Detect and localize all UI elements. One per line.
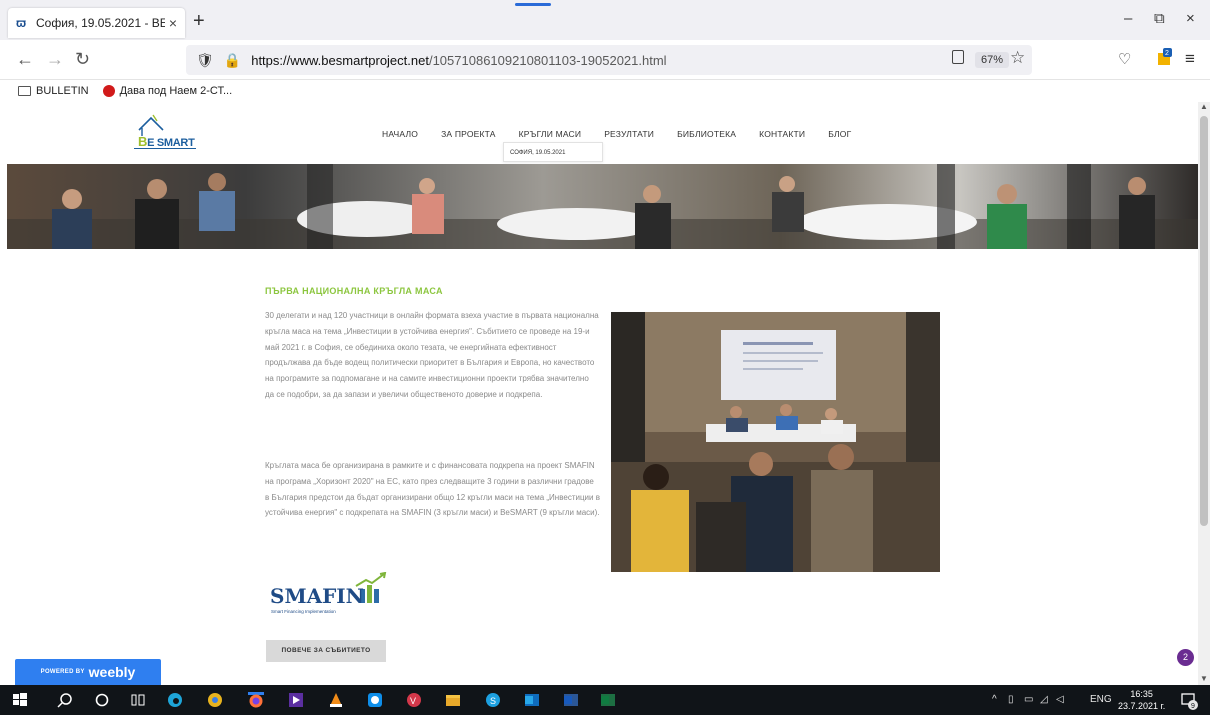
bookmark-bulletin[interactable]: BULLETIN	[18, 85, 89, 97]
article-paragraph-1: 30 делегати и над 120 участници в онлайн…	[265, 311, 599, 399]
reader-view-icon[interactable]	[952, 50, 964, 64]
logo-wordmark[interactable]: BE SMART	[138, 134, 195, 149]
taskbar-clock[interactable]: 16:35 23.7.2021 г.	[1118, 688, 1165, 712]
smafin-tagline: Smart Financing Implementation	[271, 609, 336, 614]
tab-title: София, 19.05.2021 - BESMART |	[36, 16, 165, 30]
bookmarks-bar: BULLETIN Дава под Наем 2-СТ...	[0, 80, 1210, 102]
excel-icon[interactable]	[600, 692, 616, 708]
chrome-icon[interactable]	[207, 692, 223, 708]
forward-arrow-icon[interactable]: →	[46, 49, 64, 70]
reload-icon[interactable]: ↻	[75, 49, 90, 70]
cortana-icon[interactable]	[94, 692, 110, 708]
network-icon[interactable]: ▭	[1024, 694, 1033, 705]
smafin-wordmark: SMAFIN	[270, 584, 364, 608]
smafin-logo[interactable]: SMAFIN Smart Financing Implementation	[268, 572, 392, 618]
battery-icon[interactable]: ▯	[1008, 694, 1014, 705]
vlc-icon[interactable]	[328, 692, 344, 708]
outlook-icon[interactable]	[524, 692, 540, 708]
wifi-icon[interactable]: ◿	[1040, 694, 1048, 705]
bookmark-star-icon[interactable]: ☆	[1010, 48, 1025, 68]
volume-icon[interactable]: ◁	[1056, 694, 1064, 705]
action-center-icon[interactable]: 9	[1180, 692, 1198, 710]
window-restore-button[interactable]: ⧉	[1154, 10, 1165, 27]
nav-library[interactable]: БИБЛИОТЕКА	[677, 129, 736, 139]
clock-date: 23.7.2021 г.	[1118, 701, 1166, 711]
window-close-button[interactable]: ×	[1186, 10, 1195, 27]
action-center-badge: 9	[1191, 703, 1195, 710]
nav-dropdown-item-sofia[interactable]: СОФИЯ, 19.05.2021	[503, 142, 603, 162]
logo-letter-b: B	[138, 134, 148, 149]
nav-about[interactable]: ЗА ПРОЕКТА	[441, 129, 496, 139]
tab-indicator	[515, 3, 551, 6]
scroll-up-icon[interactable]: ▲	[1200, 102, 1208, 111]
red-dot-icon	[102, 85, 115, 97]
new-tab-button[interactable]: +	[193, 10, 205, 33]
powered-by-label: POWERED BY	[40, 669, 85, 675]
file-explorer-icon[interactable]	[445, 692, 461, 708]
bookmark-rent[interactable]: Дава под Наем 2-СТ...	[102, 85, 233, 97]
skype-icon[interactable]: S	[485, 692, 501, 708]
language-indicator[interactable]: ENG	[1090, 694, 1112, 705]
scroll-thumb[interactable]	[1200, 116, 1208, 526]
clock-time: 16:35	[1130, 689, 1153, 699]
svg-text:V: V	[410, 696, 416, 706]
page-scrollbar[interactable]: ▲ ▼	[1198, 102, 1210, 685]
url-path: /10571086109210801103-19052021.html	[428, 52, 667, 68]
app-red-icon[interactable]: V	[406, 692, 422, 708]
media-player-icon[interactable]	[288, 692, 304, 708]
article-paragraph-2: Кръглата маса бе организирана в рамките …	[265, 461, 600, 518]
windows-start-icon[interactable]	[12, 692, 28, 708]
powered-by-weebly-badge[interactable]: POWERED BY weebly	[15, 659, 161, 685]
nav-blog[interactable]: БЛОГ	[828, 129, 851, 139]
page-viewport: BE SMART НАЧАЛО ЗА ПРОЕКТА КРЪГЛИ МАСИ Р…	[0, 102, 1198, 685]
site-nav: НАЧАЛО ЗА ПРОЕКТА КРЪГЛИ МАСИ РЕЗУЛТАТИ …	[382, 129, 874, 139]
more-about-event-button[interactable]: ПОВЕЧЕ ЗА СЪБИТИЕТО	[266, 640, 386, 662]
site-header: BE SMART НАЧАЛО ЗА ПРОЕКТА КРЪГЛИ МАСИ Р…	[0, 102, 1198, 164]
nav-round-tables[interactable]: КРЪГЛИ МАСИ	[519, 129, 582, 139]
back-arrow-icon[interactable]: ←	[16, 49, 34, 70]
word-icon[interactable]	[563, 692, 579, 708]
bookmark-label: Дава под Наем 2-СТ...	[119, 85, 233, 97]
folder-icon	[18, 86, 31, 96]
pocket-icon[interactable]: ♡	[1118, 50, 1131, 68]
url-domain: https://www.besmartproject.net	[251, 52, 429, 68]
browser-tab-active[interactable]: ϖ София, 19.05.2021 - BESMART | ×	[8, 8, 185, 38]
nav-results[interactable]: РЕЗУЛТАТИ	[604, 129, 654, 139]
zoom-level-badge[interactable]: 67%	[975, 52, 1010, 68]
windows-taskbar: V S ^ ▯ ▭ ◿ ◁ ENG 16:35 23.7.2021 г. 9	[0, 685, 1210, 715]
logo-underline	[134, 148, 196, 149]
site-favicon-icon: ϖ	[16, 16, 27, 30]
firefox-icon[interactable]	[248, 692, 264, 708]
edge-icon[interactable]	[167, 692, 183, 708]
svg-text:S: S	[490, 696, 496, 706]
nav-home[interactable]: НАЧАЛО	[382, 129, 418, 139]
browser-tab-bar: ϖ София, 19.05.2021 - BESMART | × + – ⧉ …	[0, 0, 1210, 40]
svg-text:2: 2	[1165, 50, 1169, 57]
tray-chevron-icon[interactable]: ^	[992, 694, 997, 705]
task-view-icon[interactable]	[130, 692, 146, 708]
teamviewer-icon[interactable]	[367, 692, 383, 708]
bookmark-label: BULLETIN	[36, 85, 89, 97]
window-minimize-button[interactable]: –	[1124, 10, 1132, 27]
chat-notification-badge[interactable]: 2	[1177, 649, 1194, 666]
article-title: ПЪРВА НАЦИОНАЛНА КРЪГЛА МАСА	[265, 286, 443, 296]
shield-icon[interactable]: 🛡	[196, 52, 214, 69]
hamburger-menu-icon[interactable]: ≡	[1185, 49, 1195, 69]
tab-close-icon[interactable]: ×	[169, 15, 177, 31]
weebly-wordmark: weebly	[88, 664, 136, 680]
search-icon[interactable]	[57, 692, 73, 708]
extension-icon[interactable]: 2	[1156, 47, 1174, 67]
url-bar[interactable]: 🛡 🔒 https://www.besmartproject.net /1057…	[186, 45, 1032, 75]
scroll-down-icon[interactable]: ▼	[1200, 674, 1208, 683]
browser-nav-bar: ← → ↻ 🛡 🔒 https://www.besmartproject.net…	[0, 40, 1210, 80]
event-photo[interactable]	[611, 312, 940, 572]
nav-contacts[interactable]: КОНТАКТИ	[759, 129, 805, 139]
banner-photo	[7, 164, 1198, 249]
lock-icon[interactable]: 🔒	[224, 52, 241, 69]
